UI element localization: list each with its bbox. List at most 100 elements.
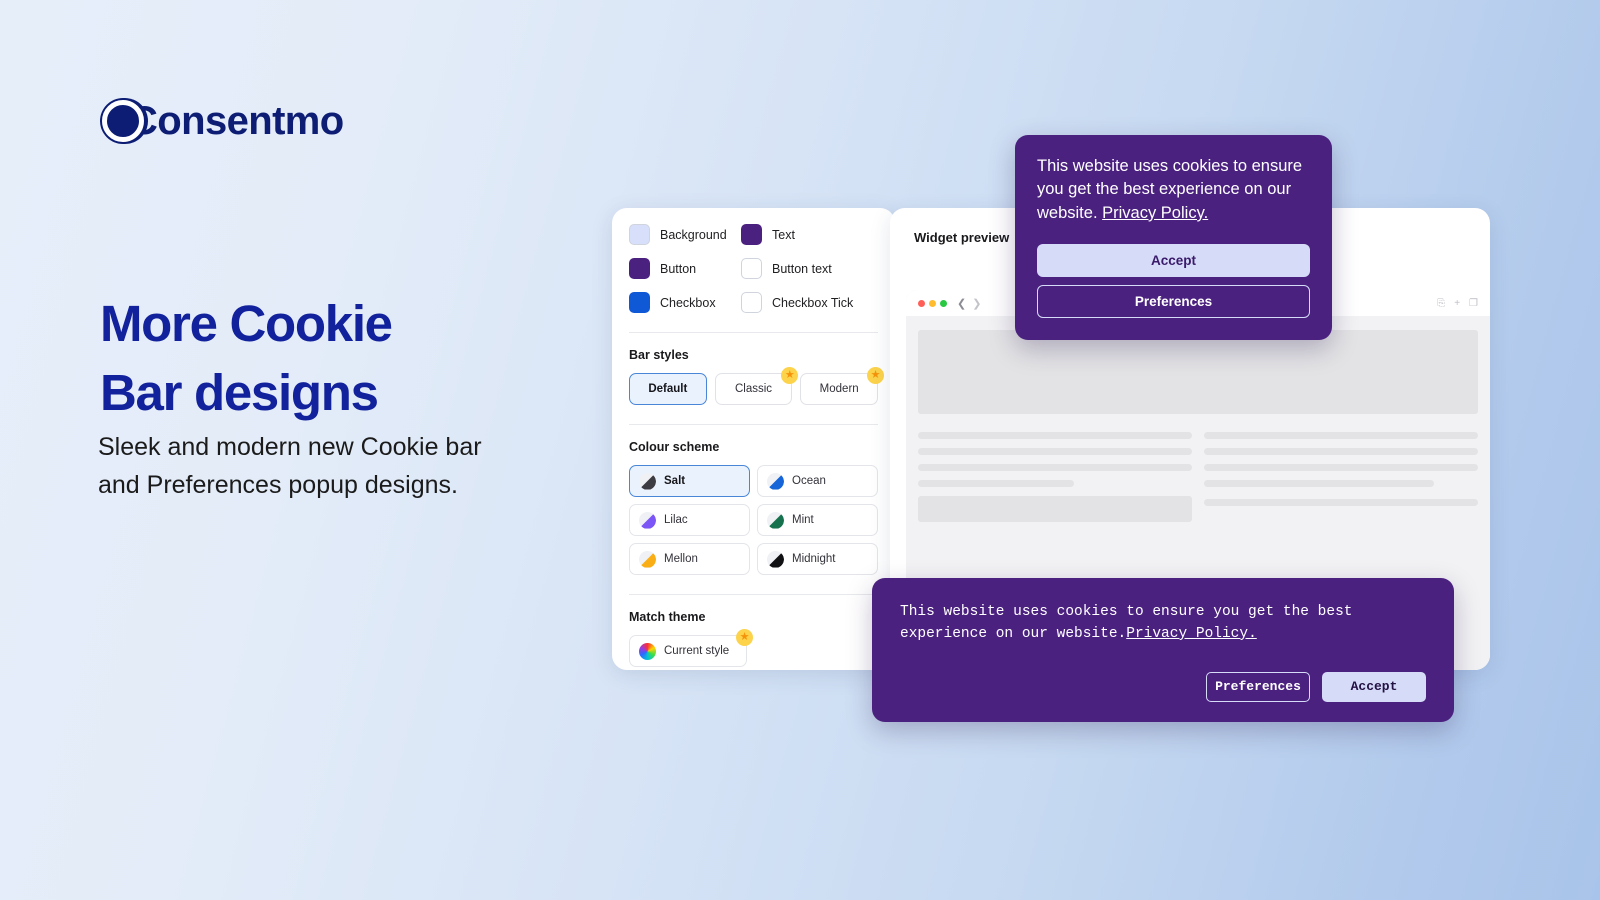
- colour-option-lilac[interactable]: Lilac: [629, 504, 750, 536]
- colour-swatch-salt-icon: [639, 472, 656, 490]
- page-skeleton: [906, 316, 1490, 522]
- colour-option-label: Salt: [664, 475, 686, 487]
- colour-scheme-title: Colour scheme: [629, 440, 720, 454]
- swatch-button-icon[interactable]: [629, 258, 650, 279]
- legend-label: Background: [660, 227, 727, 242]
- page-title: More Cookie Bar designs: [100, 290, 520, 428]
- swatch-checkbox-icon[interactable]: [629, 292, 650, 313]
- chevron-left-icon[interactable]: ❮: [957, 297, 966, 310]
- consentmo-c-logo-icon: [100, 98, 148, 144]
- swatch-text-icon[interactable]: [741, 224, 762, 245]
- premium-star-icon: ★: [867, 367, 885, 384]
- legend-label: Checkbox: [660, 295, 716, 310]
- cookie-bar-actions: Preferences Accept: [900, 671, 1426, 702]
- bar-style-option-modern[interactable]: Modern ★: [800, 367, 885, 405]
- colour-option-mellon[interactable]: Mellon: [629, 543, 750, 575]
- traffic-light-maximize-icon[interactable]: [940, 299, 947, 307]
- legend-item-checkbox[interactable]: Checkbox: [629, 292, 741, 313]
- colour-scheme-section: Colour scheme Salt Ocean Lilac Mint Mell…: [612, 425, 895, 591]
- colour-option-label: Ocean: [792, 475, 826, 487]
- traffic-light-close-icon[interactable]: [918, 299, 925, 307]
- colour-option-label: Mellon: [664, 553, 698, 565]
- colour-option-label: Midnight: [792, 553, 836, 565]
- bar-styles-section: Bar styles Default Classic ★ Modern ★: [612, 333, 895, 421]
- skeleton-line: [918, 432, 1192, 439]
- page-subtitle: Sleek and modern new Cookie bar and Pref…: [98, 433, 482, 499]
- legend-row: Button Button text: [629, 258, 878, 279]
- match-theme-label: Current style: [664, 645, 730, 657]
- colour-option-mint[interactable]: Mint: [757, 504, 878, 536]
- bar-style-label: Classic: [734, 383, 773, 395]
- colour-option-midnight[interactable]: Midnight: [757, 543, 878, 575]
- brand-logo-lockup: Consentmo: [100, 98, 344, 144]
- colour-option-label: Mint: [792, 514, 814, 526]
- privacy-policy-link[interactable]: Privacy Policy.: [1102, 204, 1208, 222]
- skeleton-columns: [918, 432, 1478, 522]
- colour-swatch-mint-icon: [767, 511, 784, 529]
- plus-icon[interactable]: +: [1454, 298, 1460, 309]
- skeleton-line: [1204, 448, 1478, 455]
- tabs-icon[interactable]: ❐: [1469, 298, 1478, 309]
- traffic-light-minimize-icon[interactable]: [929, 299, 936, 307]
- chevron-right-icon[interactable]: ❯: [972, 297, 981, 310]
- share-icon[interactable]: ⎘: [1437, 298, 1445, 309]
- colour-option-salt[interactable]: Salt: [629, 465, 750, 497]
- skeleton-column-right: [1204, 432, 1478, 522]
- colour-option-label: Lilac: [664, 514, 688, 526]
- bar-styles-title: Bar styles: [629, 348, 689, 362]
- match-theme-option-current-style[interactable]: Current style ★: [629, 629, 753, 667]
- match-theme-options: Current style ★: [629, 629, 878, 670]
- accept-button[interactable]: Accept: [1322, 671, 1426, 702]
- skeleton-block: [918, 496, 1192, 522]
- skeleton-column-left: [918, 432, 1192, 522]
- premium-star-icon: ★: [736, 629, 753, 646]
- cookie-consent-bar: This website uses cookies to ensure you …: [872, 578, 1454, 722]
- skeleton-line: [1204, 480, 1435, 487]
- legend-item-background[interactable]: Background: [629, 224, 741, 245]
- legend-label: Checkbox Tick: [772, 295, 854, 310]
- browser-toolbar-actions: ⎘ + ❐: [1437, 298, 1478, 309]
- skeleton-line: [1204, 432, 1478, 439]
- brand-name: Consentmo: [129, 99, 344, 143]
- colour-scheme-options: Salt Ocean Lilac Mint Mellon Midnight: [629, 465, 878, 591]
- colour-swatch-ocean-icon: [767, 472, 784, 490]
- legend-label: Button text: [772, 261, 832, 276]
- colour-swatch-mellon-icon: [639, 550, 656, 568]
- headline-line-1: More Cookie: [100, 295, 393, 352]
- legend-label: Button: [660, 261, 697, 276]
- preferences-button[interactable]: Preferences: [1206, 671, 1310, 702]
- cookie-popup-message: This website uses cookies to ensure you …: [1037, 155, 1310, 225]
- headline-line-2: Bar designs: [100, 363, 379, 421]
- bar-style-option-default[interactable]: Default: [629, 373, 707, 405]
- swatch-background-icon[interactable]: [629, 224, 650, 245]
- bar-styles-options: Default Classic ★ Modern ★: [629, 367, 885, 421]
- legend-item-button-text[interactable]: Button text: [741, 258, 853, 279]
- skeleton-line: [918, 464, 1192, 471]
- legend-row: Background Text: [629, 224, 878, 245]
- legend-label: Text: [772, 227, 795, 242]
- skeleton-line: [918, 448, 1192, 455]
- skeleton-line: [1204, 499, 1478, 506]
- privacy-policy-link[interactable]: Privacy Policy.: [1126, 626, 1257, 642]
- legend-item-text[interactable]: Text: [741, 224, 853, 245]
- colour-swatch-midnight-icon: [767, 550, 784, 568]
- bar-style-option-classic[interactable]: Classic ★: [714, 367, 799, 405]
- legend-item-button[interactable]: Button: [629, 258, 741, 279]
- skeleton-line: [918, 480, 1075, 487]
- colour-legend: Background Text Button Button text Check…: [612, 208, 895, 329]
- bar-style-label: Modern: [819, 383, 859, 395]
- accept-button[interactable]: Accept: [1037, 244, 1310, 278]
- skeleton-line: [1204, 464, 1478, 471]
- swatch-checkbox-tick-icon[interactable]: [741, 292, 762, 313]
- rainbow-swatch-icon: [639, 642, 656, 660]
- cookie-bar-message: This website uses cookies to ensure you …: [900, 602, 1426, 646]
- skeleton-hero-block: [918, 330, 1478, 414]
- legend-row: Checkbox Checkbox Tick: [629, 292, 878, 313]
- swatch-button-text-icon[interactable]: [741, 258, 762, 279]
- legend-item-checkbox-tick[interactable]: Checkbox Tick: [741, 292, 853, 313]
- cookie-consent-popup: This website uses cookies to ensure you …: [1015, 135, 1332, 341]
- colour-swatch-lilac-icon: [639, 511, 656, 529]
- match-theme-title: Match theme: [629, 610, 706, 624]
- colour-option-ocean[interactable]: Ocean: [757, 465, 878, 497]
- preferences-button[interactable]: Preferences: [1037, 285, 1310, 319]
